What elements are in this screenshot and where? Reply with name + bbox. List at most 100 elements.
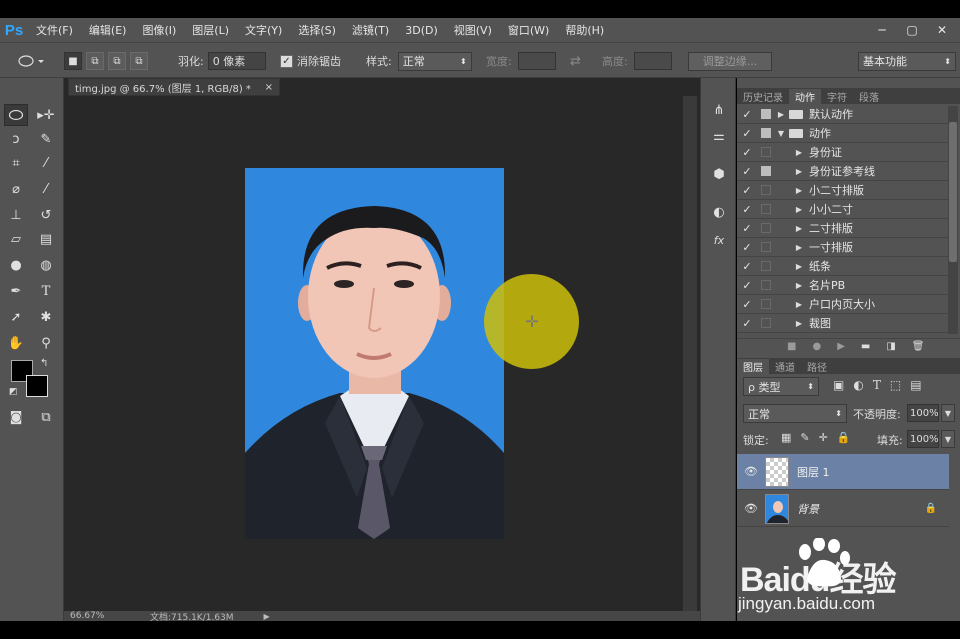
menu-view[interactable]: 视图(V) bbox=[446, 22, 500, 38]
history-brush-tool[interactable]: ↺ bbox=[34, 204, 58, 226]
screen-mode-button[interactable]: ⧉ bbox=[34, 406, 58, 428]
brush-settings-icon[interactable]: ⚌ bbox=[709, 126, 729, 146]
collapsed-triangle-icon[interactable]: ▶ bbox=[793, 243, 805, 252]
new-selection-button[interactable]: ■ bbox=[64, 52, 82, 70]
action-row[interactable]: ✓ ▶ 身份证 bbox=[737, 143, 949, 162]
lock-pixels-icon[interactable]: ✎ bbox=[800, 431, 809, 444]
custom-shape-tool[interactable]: ✱ bbox=[34, 306, 58, 328]
menu-edit[interactable]: 编辑(E) bbox=[81, 22, 135, 38]
opacity-input[interactable]: 100% bbox=[907, 404, 939, 422]
collapsed-triangle-icon[interactable]: ▶ bbox=[793, 186, 805, 195]
action-row[interactable]: ✓ ▶ 小小二寸 bbox=[737, 200, 949, 219]
visibility-eye-icon[interactable]: 👁 bbox=[737, 465, 765, 478]
dialog-toggle-box[interactable] bbox=[761, 242, 771, 252]
new-action-icon[interactable]: ◨ bbox=[886, 341, 895, 352]
gradient-tool[interactable]: ▤ bbox=[34, 228, 58, 250]
default-colors-icon[interactable]: ◩ bbox=[9, 387, 18, 397]
clone-stamp-tool[interactable]: ⊥ bbox=[4, 204, 28, 226]
healing-brush-tool[interactable]: ⌀ bbox=[4, 178, 28, 200]
zoom-tool[interactable]: ⚲ bbox=[34, 332, 58, 354]
action-enabled-checkmark-icon[interactable]: ✓ bbox=[737, 165, 757, 178]
action-row[interactable]: ✓ ▶ 小二寸排版 bbox=[737, 181, 949, 200]
close-tab-icon[interactable]: × bbox=[265, 82, 273, 93]
menu-layer[interactable]: 图层(L) bbox=[184, 22, 237, 38]
blend-mode-dropdown[interactable]: 正常 ⬍ bbox=[743, 404, 847, 423]
close-icon[interactable]: ✕ bbox=[934, 23, 950, 37]
type-tool[interactable]: T bbox=[34, 280, 58, 302]
dialog-toggle-box[interactable] bbox=[761, 128, 771, 138]
shape-filter-icon[interactable]: ⬚ bbox=[890, 378, 901, 392]
smart-object-filter-icon[interactable]: ▤ bbox=[910, 378, 921, 392]
elliptical-marquee-tool[interactable] bbox=[4, 104, 28, 126]
dialog-toggle-box[interactable] bbox=[761, 109, 771, 119]
stop-recording-icon[interactable]: ■ bbox=[787, 341, 796, 352]
action-enabled-checkmark-icon[interactable]: ✓ bbox=[737, 146, 757, 159]
sponge-tool[interactable]: ◍ bbox=[34, 254, 58, 276]
action-row[interactable]: ✓ ▶ 默认动作 bbox=[737, 105, 949, 124]
collapsed-triangle-icon[interactable]: ▶ bbox=[793, 281, 805, 290]
height-input[interactable] bbox=[633, 52, 672, 70]
action-row[interactable]: ✓ ▶ 身份证参考线 bbox=[737, 162, 949, 181]
actions-scrollbar-thumb[interactable] bbox=[949, 122, 957, 262]
zoom-level[interactable]: 66.67% bbox=[70, 611, 140, 621]
collapsed-triangle-icon[interactable]: ▶ bbox=[793, 205, 805, 214]
action-enabled-checkmark-icon[interactable]: ✓ bbox=[737, 222, 757, 235]
background-color-swatch[interactable] bbox=[26, 375, 48, 397]
hand-tool[interactable]: ✋ bbox=[4, 332, 28, 354]
dialog-toggle-box[interactable] bbox=[761, 261, 771, 271]
restore-icon[interactable]: ▢ bbox=[904, 23, 920, 37]
action-row[interactable]: ✓ ▶ 一寸排版 bbox=[737, 238, 949, 257]
workspace-dropdown[interactable]: 基本功能 ⬍ bbox=[858, 51, 956, 71]
layer-row-background[interactable]: 👁 背景 🔒 bbox=[737, 491, 949, 527]
status-menu-arrow-icon[interactable]: ▶ bbox=[264, 612, 270, 621]
visibility-eye-icon[interactable]: 👁 bbox=[737, 502, 765, 515]
menu-3d[interactable]: 3D(D) bbox=[397, 24, 446, 37]
move-tool[interactable]: ▸✛ bbox=[34, 104, 58, 126]
layer-name[interactable]: 图层 1 bbox=[797, 464, 830, 480]
path-selection-tool[interactable]: ➚ bbox=[4, 306, 28, 328]
add-selection-button[interactable]: ⧉ bbox=[86, 52, 104, 70]
delete-action-icon[interactable]: 🗑 bbox=[912, 341, 925, 352]
pixel-filter-icon[interactable]: ▣ bbox=[833, 378, 844, 392]
record-icon[interactable]: ● bbox=[812, 341, 821, 352]
action-enabled-checkmark-icon[interactable]: ✓ bbox=[737, 241, 757, 254]
subtract-selection-button[interactable]: ⧉ bbox=[108, 52, 126, 70]
antialias-checkbox[interactable]: ✓ bbox=[280, 54, 293, 68]
action-enabled-checkmark-icon[interactable]: ✓ bbox=[737, 260, 757, 273]
action-row[interactable]: ✓ ▶ 纸条 bbox=[737, 257, 949, 276]
tab-history[interactable]: 历史记录 bbox=[737, 89, 789, 104]
expanded-triangle-icon[interactable]: ▼ bbox=[775, 129, 787, 138]
lasso-tool[interactable]: ↄ bbox=[4, 128, 28, 150]
layer-name[interactable]: 背景 bbox=[797, 501, 819, 517]
menu-filter[interactable]: 滤镜(T) bbox=[344, 22, 397, 38]
action-row[interactable]: ✓ ▶ 二寸排版 bbox=[737, 219, 949, 238]
dialog-toggle-box[interactable] bbox=[761, 318, 771, 328]
dialog-toggle-box[interactable] bbox=[761, 166, 771, 176]
blur-tool[interactable]: ● bbox=[4, 254, 28, 276]
crop-tool[interactable]: ⌗ bbox=[4, 152, 28, 174]
tab-character[interactable]: 字符 bbox=[821, 89, 853, 104]
layer-row-layer1[interactable]: 👁 图层 1 bbox=[737, 454, 949, 490]
tab-actions[interactable]: 动作 bbox=[789, 89, 821, 104]
minimize-icon[interactable]: ─ bbox=[874, 23, 890, 37]
action-enabled-checkmark-icon[interactable]: ✓ bbox=[737, 317, 757, 330]
styles-fx-icon[interactable]: fx bbox=[709, 230, 729, 250]
swap-dimensions-icon[interactable]: ⇄ bbox=[570, 54, 581, 69]
lock-all-icon[interactable]: 🔒 bbox=[837, 431, 851, 444]
tab-paragraph[interactable]: 段落 bbox=[853, 89, 885, 104]
brush-presets-icon[interactable]: ⋔ bbox=[709, 100, 729, 120]
dialog-toggle-box[interactable] bbox=[761, 147, 771, 157]
document-tab[interactable]: timg.jpg @ 66.7% (图层 1, RGB/8) * × bbox=[68, 78, 280, 96]
action-enabled-checkmark-icon[interactable]: ✓ bbox=[737, 184, 757, 197]
width-input[interactable] bbox=[517, 52, 556, 70]
3d-cube-icon[interactable]: ⬢ bbox=[709, 164, 729, 184]
menu-image[interactable]: 图像(I) bbox=[134, 22, 184, 38]
menu-help[interactable]: 帮助(H) bbox=[557, 22, 612, 38]
id-photo-canvas[interactable] bbox=[245, 168, 504, 539]
tab-layers[interactable]: 图层 bbox=[737, 359, 769, 374]
action-row[interactable]: ✓ ▼ 动作 bbox=[737, 124, 949, 143]
menu-type[interactable]: 文字(Y) bbox=[237, 22, 290, 38]
lock-transparency-icon[interactable]: ▦ bbox=[781, 431, 791, 444]
collapsed-triangle-icon[interactable]: ▶ bbox=[793, 224, 805, 233]
action-row[interactable]: ✓ ▶ 户口内页大小 bbox=[737, 295, 949, 314]
